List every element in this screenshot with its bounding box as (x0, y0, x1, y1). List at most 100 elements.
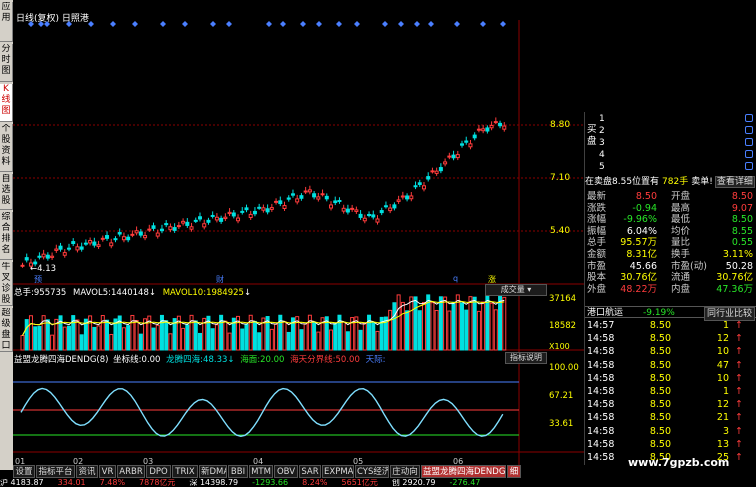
left-tab-7[interactable]: 超级盘口 (0, 308, 13, 352)
low-price-marker: ←4.13 (30, 264, 57, 274)
candle-body (362, 217, 367, 222)
candle-body (295, 198, 300, 203)
candle-body (498, 122, 503, 127)
status-item: 7878亿元 (139, 479, 176, 487)
candle-body (134, 230, 139, 234)
volume-bar (502, 296, 507, 351)
detail-button[interactable]: 查看详细 (714, 176, 755, 188)
sector-name: 港口航运 (587, 308, 624, 318)
tick-price: 8.50 (649, 438, 671, 450)
bottom-tab-8[interactable]: BBI (228, 465, 248, 478)
candle-body (396, 199, 401, 202)
scroll-arrow-icon[interactable] (745, 150, 753, 158)
bottom-tab-10[interactable]: OBV (274, 465, 298, 478)
left-tab-2[interactable]: K线图 (0, 84, 13, 122)
volume-bar (50, 334, 55, 351)
bottom-tab-15[interactable]: 益盟龙腾四海DENDG (421, 465, 506, 478)
stat-row: 最新 8.50 开盘 8.50 (585, 191, 756, 202)
tick-row: 14:58 8.50 10 ↑ (585, 373, 756, 384)
candle-body (236, 217, 241, 222)
status-item: 7.48% (99, 479, 126, 487)
bottom-tab-14[interactable]: 庄动向 (390, 465, 420, 478)
candle-body (502, 125, 507, 130)
bottom-tab-2[interactable]: 资讯 (76, 465, 98, 478)
left-tab-5[interactable]: 综合排名 (0, 212, 13, 260)
candle-body (333, 200, 338, 204)
sector-compare-button[interactable]: 同行业比较 (703, 307, 755, 321)
volume-bar (210, 328, 215, 351)
volume-bar (151, 327, 156, 351)
candle-body (438, 167, 443, 172)
bottom-tab-1[interactable]: 指标平台 (36, 465, 75, 478)
left-tab-0[interactable]: 应用 (0, 2, 13, 42)
bottom-tab-extra[interactable]: 细 (507, 465, 521, 478)
bottom-tab-12[interactable]: EXPMA (322, 465, 354, 478)
left-tab-4[interactable]: 自选股 (0, 174, 13, 210)
volume-bar (79, 334, 84, 351)
volume-bar (193, 320, 198, 351)
bottom-tab-6[interactable]: TRIX (172, 465, 198, 478)
bottom-tab-4[interactable]: ARBR (117, 465, 145, 478)
left-tab-bar: 应用分时图 K线图个股资料自选股综合排名牛叉诊股超级盘口 (0, 0, 13, 470)
bottom-tab-0[interactable]: 设置 (13, 465, 35, 478)
volume-bar (481, 301, 486, 351)
left-tab-6[interactable]: 牛叉诊股 (0, 262, 13, 306)
candle-body (54, 248, 59, 251)
candle-body (261, 207, 266, 211)
stat-row: 涨幅 -9.96% 最低 8.50 (585, 214, 756, 225)
candle-body (227, 211, 232, 215)
volume-bar (476, 310, 481, 351)
left-tab-1[interactable]: 分时图 (0, 44, 13, 82)
stat-row: 市盈 45.66 市盈(动) 50.28 (585, 261, 756, 272)
bottom-tab-9[interactable]: MTM (249, 465, 273, 478)
bottom-tab-5[interactable]: DPO (146, 465, 171, 478)
signal-diamond (382, 21, 388, 27)
signal-diamond (66, 21, 72, 27)
chart-area[interactable]: 01 02 03 04 05 06 (13, 20, 585, 467)
stat-value: 30.76亿 (716, 272, 753, 284)
tick-volume: 21 (716, 412, 729, 424)
status-item: 334.01 (57, 479, 86, 487)
candle-body (290, 193, 295, 196)
candle-body (379, 210, 384, 214)
up-arrow-icon: ↑ (735, 372, 743, 384)
bottom-tab-11[interactable]: SAR (299, 465, 321, 478)
volume-bar (303, 323, 308, 351)
stat-value: 95.57万 (620, 237, 657, 249)
bottom-tab-3[interactable]: VR (99, 465, 116, 478)
volume-indicator-dropdown[interactable]: 成交量 ▾ (485, 284, 547, 296)
volume-bar (269, 328, 274, 351)
volume-bar (197, 332, 202, 351)
volume-bar (214, 324, 219, 351)
candle-body (210, 214, 215, 217)
candle-body (455, 154, 460, 159)
volume-bar (185, 324, 190, 351)
scroll-arrow-icon[interactable] (745, 138, 753, 146)
signal-diamond (398, 21, 404, 27)
volume-bar (33, 326, 38, 351)
candle-body (130, 233, 135, 236)
candle-body (181, 220, 186, 224)
tick-row: 14:58 8.50 13 ↑ (585, 439, 756, 450)
tick-row: 14:58 8.50 1 ↑ (585, 386, 756, 397)
dragon-indicator-line (20, 387, 504, 438)
indicator-help-button[interactable]: 指标说明 (505, 352, 547, 364)
scroll-arrow-icon[interactable] (745, 114, 753, 122)
scroll-arrow-icon[interactable] (745, 162, 753, 170)
tick-price: 8.50 (649, 399, 671, 411)
scroll-arrow-icon[interactable] (745, 126, 753, 134)
stat-value: 3.11% (722, 249, 753, 260)
candle-body (24, 257, 29, 261)
signal-diamond (414, 21, 420, 27)
volume-bar (96, 325, 101, 351)
bottom-tab-13[interactable]: CYS经济 (355, 465, 389, 478)
candle-body (185, 221, 190, 226)
volume-bar (400, 301, 405, 351)
order-tail: 卖单! (691, 177, 713, 187)
left-tab-3[interactable]: 个股资料 (0, 124, 13, 172)
candle-body (151, 225, 156, 229)
volume-bar (45, 319, 50, 351)
bottom-tab-7[interactable]: 新DMA (199, 465, 227, 478)
candle-body (286, 197, 291, 200)
volume-bar (358, 329, 363, 351)
